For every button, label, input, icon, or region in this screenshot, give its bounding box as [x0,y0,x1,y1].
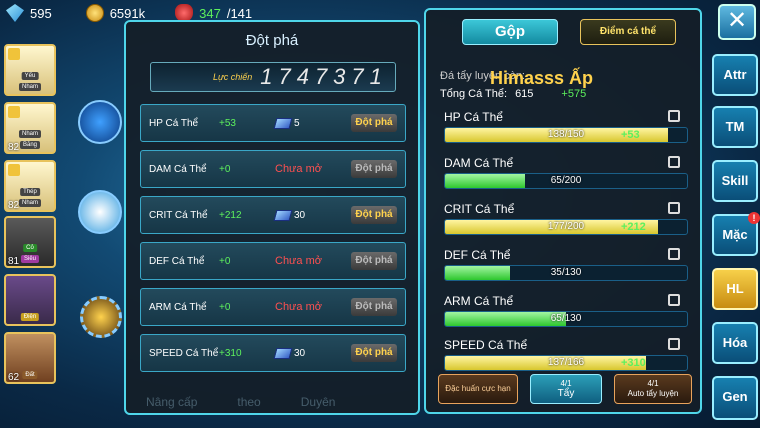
right-sidebar: Attr TM Skill Mặc! HL Hóa Gen [704,0,760,428]
stat-bar: 35/130 [444,265,688,281]
pet-card[interactable]: Đất 62 [4,332,56,384]
gem-counter: 595 [6,4,52,22]
lock-icon[interactable] [668,338,680,350]
breakthrough-button[interactable]: Đột phá [351,114,397,132]
skill-orb[interactable] [78,100,122,144]
breakthrough-row: DEF Cá Thể +0 Chưa mở Đột phá [140,242,406,280]
breakthrough-row: ARM Cá Thể +0 Chưa mở Đột phá [140,288,406,326]
tab-gop[interactable]: Gộp [462,19,558,45]
breakthrough-row: HP Cá Thể +53 5 Đột phá [140,104,406,142]
auto-wash-button[interactable]: 4/1 Auto tẩy luyện [614,374,692,404]
pet-card[interactable]: Thép Nham 82 [4,160,56,212]
stat-row-hp: HP Cá Thể 138/150 +53 [444,110,688,143]
pet-card[interactable]: Cỏ Siêu 81 [4,216,56,268]
lock-icon[interactable] [668,294,680,306]
breakthrough-row: CRIT Cá Thể +212 30 Đột phá [140,196,406,234]
stat-bar: 138/150 +53 [444,127,688,143]
badge-icon [8,48,20,60]
lock-icon[interactable] [668,248,680,260]
sidebar-hoa[interactable]: Hóa [712,322,758,364]
stat-row-def: DEF Cá Thể 35/130 [444,248,688,281]
breakthrough-row: SPEED Cá Thể +310 30 Đột phá [140,334,406,372]
stat-bar: 65/200 [444,173,688,189]
stat-row-dam: DAM Cá Thể 65/200 [444,156,688,189]
breakthrough-button[interactable]: Đột phá [351,298,397,316]
sidebar-mac[interactable]: Mặc! [712,212,760,256]
lock-icon[interactable] [668,156,680,168]
breakthrough-button[interactable]: Đột phá [351,252,397,270]
breakthrough-panel: Đột phá Lực chiến 1747371 HP Cá Thể +53 … [124,20,420,415]
panel-title: Đột phá [245,32,299,49]
badge-icon [8,164,20,176]
sidebar-skill[interactable]: Skill [712,160,758,202]
stat-row-speed: SPEED Cá Thể 137/166 +310 [444,338,688,371]
pet-name-overlay: Himasss Ấp [490,68,594,88]
background-tabs: Nâng cấp theo Duyên [146,395,336,409]
combat-power: Lực chiến 1747371 [150,62,396,92]
scroll-icon [273,209,293,221]
breakthrough-button[interactable]: Đột phá [351,344,397,362]
notification-icon: ! [748,212,760,224]
sidebar-attr[interactable]: Attr [712,54,758,96]
lock-icon[interactable] [668,202,680,214]
stat-bar: 177/200 +212 [444,219,688,235]
sidebar-hl[interactable]: HL [712,268,758,310]
sidebar-gen[interactable]: Gen [712,376,758,420]
gem-icon [6,4,24,22]
stat-bar: 137/166 +310 [444,355,688,371]
coin-icon [85,4,104,22]
wash-button[interactable]: 4/1 Tẩy [530,374,602,404]
scroll-icon [273,117,293,129]
badge-icon [8,106,20,118]
stat-row-crit: CRIT Cá Thể 177/200 +212 [444,202,688,235]
total-individual: Tổng Cá Thể: 615 +575 [440,88,587,100]
scroll-icon [273,347,293,359]
pet-card[interactable]: Điện [4,274,56,326]
lock-orb[interactable] [78,190,122,234]
breakthrough-button[interactable]: Đột phá [351,160,397,178]
pet-card[interactable]: Nham Băng 82 [4,102,56,154]
sidebar-tm[interactable]: TM [712,106,758,148]
breakthrough-button[interactable]: Đột phá [351,206,397,224]
stat-bar: 65/130 [444,311,688,327]
special-training-button[interactable]: Đặc huấn cực hạn [438,374,518,404]
lock-icon[interactable] [668,110,680,122]
tab-individual-points[interactable]: Điểm cá thể [580,19,676,45]
pet-card[interactable]: Yếu Nham [4,44,56,96]
stat-row-arm: ARM Cá Thể 65/130 [444,294,688,327]
breakthrough-row: DAM Cá Thể +0 Chưa mở Đột phá [140,150,406,188]
ability-orb[interactable] [80,296,122,338]
